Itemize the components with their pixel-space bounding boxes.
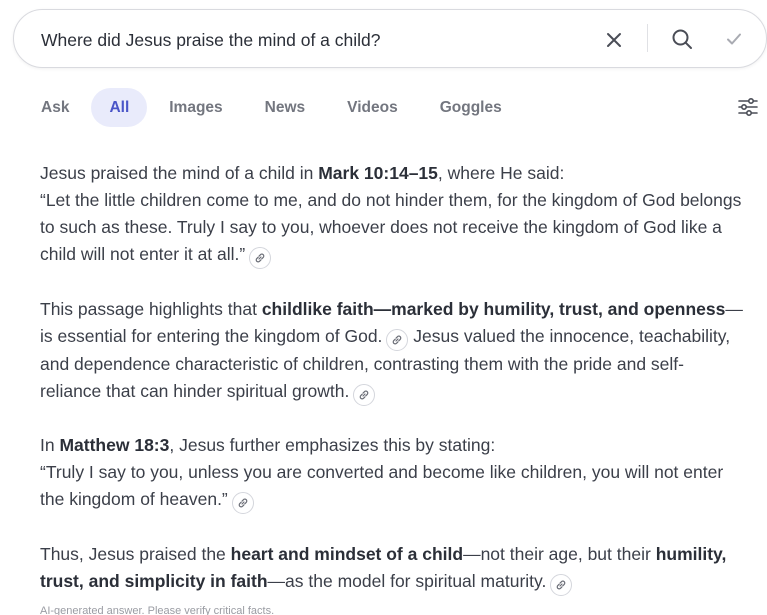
- clear-button[interactable]: [600, 26, 628, 54]
- close-icon: [607, 33, 621, 47]
- answer-paragraph-2: This passage highlights that childlike f…: [40, 296, 745, 406]
- answer-paragraph-3: In Matthew 18:3, Jesus further emphasize…: [40, 432, 745, 514]
- answer-text: —not their age, but their: [463, 543, 656, 564]
- answer-text: In: [40, 435, 60, 455]
- answer-bold: Matthew 18:3: [59, 435, 170, 455]
- search-icon: [672, 29, 692, 49]
- answer-bold: Mark 10:14–15: [318, 163, 438, 183]
- answer-text: Thus, Jesus praised the: [40, 543, 231, 564]
- tab-goggles[interactable]: Goggles: [420, 88, 522, 127]
- link-icon: [255, 253, 265, 263]
- tab-news[interactable]: News: [245, 88, 326, 127]
- citation-link-1[interactable]: [249, 247, 272, 269]
- citation-link-2[interactable]: [386, 328, 409, 351]
- link-icon: [557, 580, 566, 589]
- citation-link-5[interactable]: [550, 573, 573, 596]
- ai-disclaimer: AI-generated answer. Please verify criti…: [40, 605, 275, 615]
- search-tabs: Ask All Images News Videos Goggles: [21, 88, 522, 127]
- link-icon: [238, 498, 248, 508]
- tab-ask[interactable]: Ask: [21, 88, 89, 127]
- answer-quote: “Let the little children come to me, and…: [40, 190, 742, 264]
- search-input[interactable]: [41, 28, 581, 52]
- link-icon: [393, 335, 402, 344]
- search-bar: [13, 9, 767, 68]
- tab-videos[interactable]: Videos: [327, 88, 418, 127]
- filter-settings-button[interactable]: [736, 96, 760, 118]
- answer-quote: “Truly I say to you, unless you are conv…: [40, 462, 724, 509]
- search-button[interactable]: [668, 25, 696, 53]
- ai-answer: Jesus praised the mind of a child in Mar…: [40, 160, 745, 615]
- check-icon: [727, 33, 741, 45]
- citation-link-4[interactable]: [231, 492, 254, 514]
- answer-bold: heart and mindset of a child: [230, 543, 464, 564]
- answer-paragraph-4: Thus, Jesus praised the heart and mindse…: [40, 541, 745, 596]
- link-icon: [360, 390, 369, 399]
- answer-text: This passage highlights that: [40, 298, 262, 319]
- submit-button[interactable]: [720, 25, 748, 53]
- tab-images[interactable]: Images: [149, 88, 242, 127]
- answer-text: —as the model for spiritual maturity.: [267, 570, 547, 591]
- answer-text: Jesus praised the mind of a child in: [40, 163, 319, 183]
- search-divider: [647, 24, 648, 52]
- tab-all[interactable]: All: [91, 88, 148, 127]
- answer-paragraph-1: Jesus praised the mind of a child in Mar…: [40, 160, 745, 269]
- answer-text: , where He said:: [437, 163, 565, 183]
- answer-text: , Jesus further emphasizes this by stati…: [169, 435, 496, 455]
- sliders-icon: [738, 98, 758, 116]
- answer-bold: childlike faith—marked by humility, trus…: [261, 298, 726, 319]
- citation-link-3[interactable]: [353, 383, 376, 406]
